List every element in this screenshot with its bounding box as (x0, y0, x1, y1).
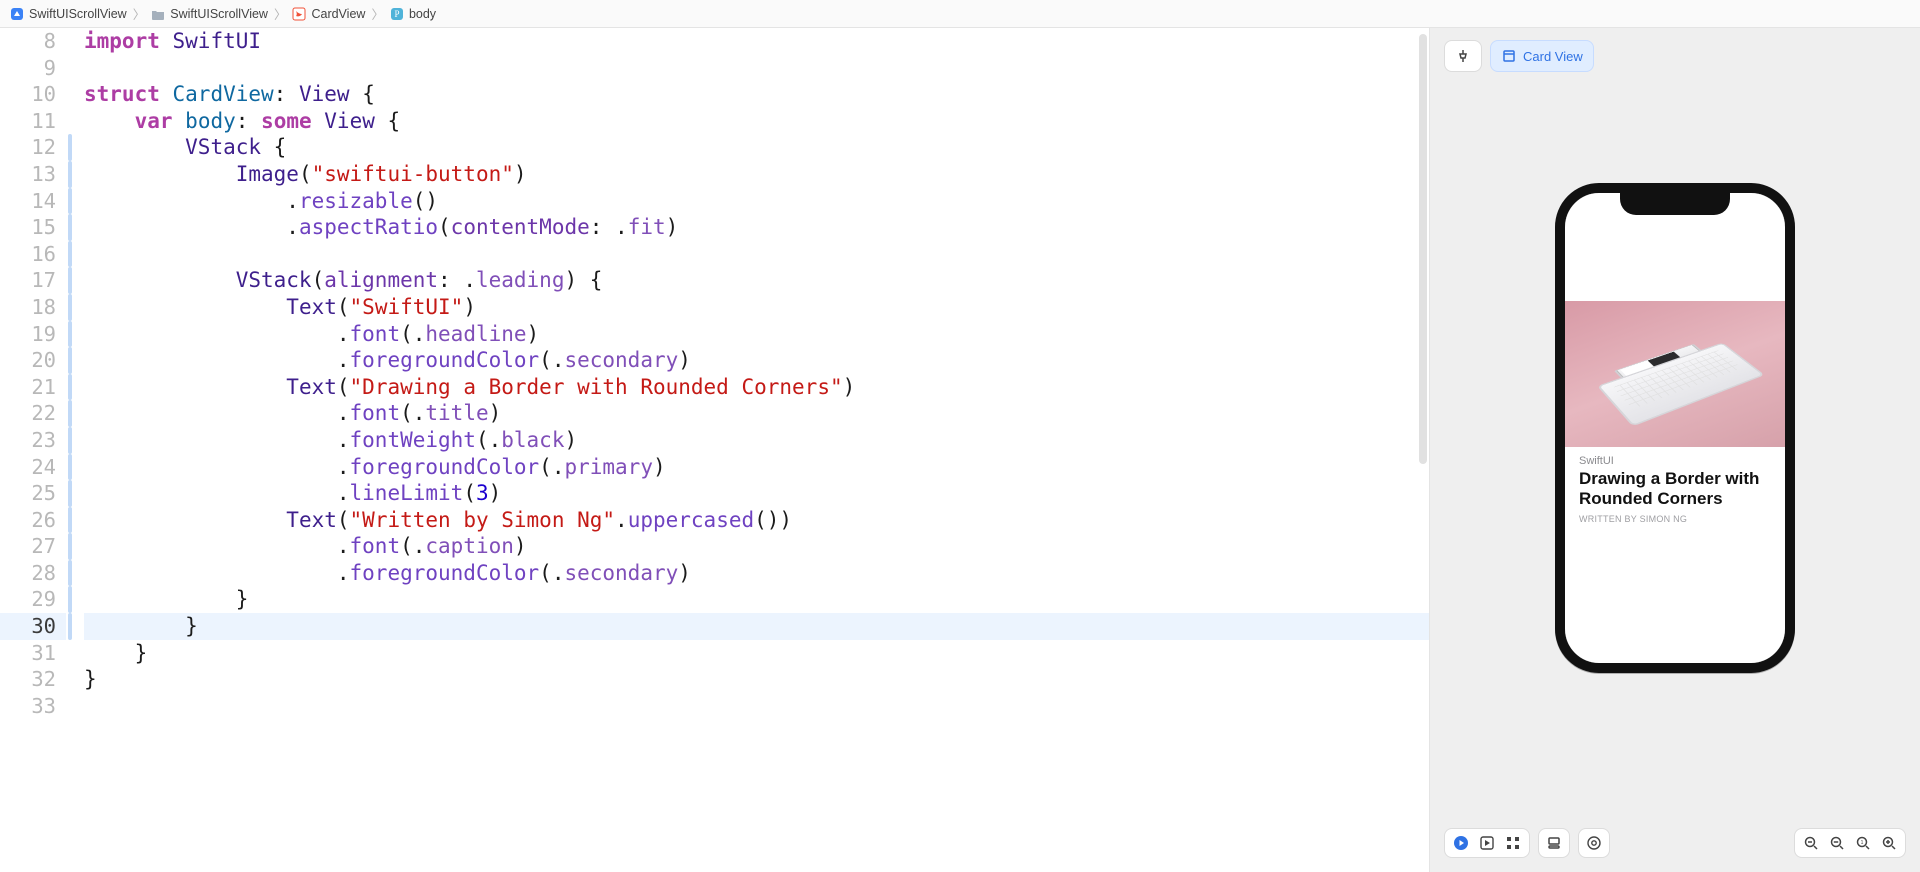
view-icon (1501, 48, 1517, 64)
breadcrumb-label: CardView (311, 7, 365, 21)
scrollbar-thumb[interactable] (1419, 34, 1427, 464)
zoom-actual-icon[interactable]: 1 (1855, 835, 1871, 851)
breadcrumb-label: SwiftUIScrollView (170, 7, 268, 21)
card-title: Drawing a Border with Rounded Corners (1579, 469, 1771, 510)
device-frame: SwiftUI Drawing a Border with Rounded Co… (1555, 183, 1795, 673)
svg-text:P: P (394, 9, 399, 19)
breadcrumb-item-project[interactable]: SwiftUIScrollView (10, 7, 127, 21)
code-area[interactable]: import SwiftUI struct CardView: View { v… (74, 28, 1429, 872)
variants-icon[interactable] (1505, 835, 1521, 851)
chevron-right-icon: 〉 (133, 4, 146, 23)
breadcrumb-label: SwiftUIScrollView (29, 7, 127, 21)
folder-icon (151, 7, 165, 21)
breadcrumb-label: body (409, 7, 436, 21)
select-mode-icon[interactable] (1479, 835, 1495, 851)
swift-file-icon (292, 7, 306, 21)
line-number-gutter: 8910111213141516171819202122232425262728… (0, 28, 66, 872)
chevron-right-icon: 〉 (371, 4, 384, 23)
play-icon[interactable] (1453, 835, 1469, 851)
chevron-right-icon: 〉 (274, 4, 287, 23)
breadcrumb-item-folder[interactable]: SwiftUIScrollView (151, 7, 268, 21)
change-bar (66, 28, 74, 872)
card-category: SwiftUI (1579, 455, 1771, 467)
breadcrumb-item-file[interactable]: CardView (292, 7, 365, 21)
zoom-fit-icon[interactable] (1829, 835, 1845, 851)
preview-canvas: Card View SwiftUI (1430, 28, 1920, 872)
app-icon (10, 7, 24, 21)
breadcrumb-item-symbol[interactable]: P body (390, 7, 436, 21)
property-icon: P (390, 7, 404, 21)
code-editor[interactable]: 8910111213141516171819202122232425262728… (0, 28, 1430, 872)
zoom-group: 1 (1794, 828, 1906, 858)
gear-badge-icon (1586, 835, 1602, 851)
device-settings-icon (1546, 835, 1562, 851)
device-screen: SwiftUI Drawing a Border with Rounded Co… (1565, 193, 1785, 663)
canvas-mode-group (1444, 828, 1530, 858)
preview-selector-chip[interactable]: Card View (1490, 40, 1594, 72)
pin-button[interactable] (1444, 40, 1482, 72)
pin-icon (1455, 48, 1471, 64)
laptop-illustration (1587, 333, 1764, 425)
card-author: WRITTEN BY SIMON NG (1579, 514, 1771, 524)
zoom-out-icon[interactable] (1803, 835, 1819, 851)
breadcrumb: SwiftUIScrollView 〉 SwiftUIScrollView 〉 … (0, 0, 1920, 28)
svg-text:1: 1 (1861, 840, 1864, 846)
canvas-settings-button[interactable] (1578, 828, 1610, 858)
card-image (1565, 301, 1785, 447)
zoom-in-icon[interactable] (1881, 835, 1897, 851)
device-notch (1620, 193, 1730, 215)
preview-chip-label: Card View (1523, 49, 1583, 64)
device-settings-button[interactable] (1538, 828, 1570, 858)
